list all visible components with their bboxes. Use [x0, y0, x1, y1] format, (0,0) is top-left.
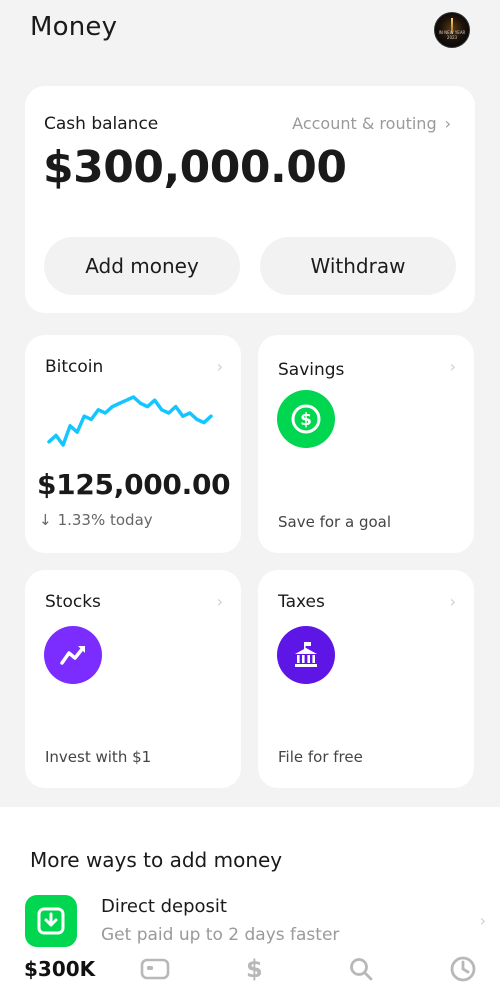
deposit-icon[interactable]: [25, 895, 77, 947]
bitcoin-sparkline: [47, 395, 213, 447]
chevron-right-icon: ›: [449, 357, 456, 376]
cash-balance-label: Cash balance: [44, 114, 159, 134]
more-ways-title: More ways to add money: [30, 848, 283, 872]
account-routing-label: Account & routing: [292, 114, 437, 133]
chevron-right-icon: ›: [479, 911, 486, 930]
withdraw-button[interactable]: Withdraw: [260, 237, 456, 295]
avatar-text: IN NEW YEAR 2023: [438, 30, 466, 40]
taxes-title: Taxes: [278, 592, 325, 612]
avatar[interactable]: IN NEW YEAR 2023: [434, 12, 470, 48]
bitcoin-change: ↓ 1.33% today: [39, 511, 153, 529]
bank-building-icon: [277, 626, 335, 684]
savings-title: Savings: [278, 360, 345, 380]
savings-subtitle: Save for a goal: [278, 513, 391, 531]
bitcoin-tile[interactable]: Bitcoin › $125,000.00 ↓ 1.33% today: [25, 335, 241, 553]
cash-balance-amount: $300,000.00: [43, 142, 347, 193]
taxes-tile[interactable]: Taxes › File for free: [258, 570, 474, 788]
bitcoin-change-text: 1.33% today: [57, 511, 153, 529]
bitcoin-value: $125,000.00: [37, 468, 231, 501]
pay-dollar-icon[interactable]: $: [246, 955, 263, 983]
chevron-right-icon: ›: [449, 592, 456, 611]
chevron-right-icon: ›: [444, 114, 451, 133]
chevron-right-icon: ›: [216, 592, 223, 611]
stocks-tile[interactable]: Stocks › Invest with $1: [25, 570, 241, 788]
clock-icon[interactable]: [449, 956, 477, 982]
trend-up-icon: [44, 626, 102, 684]
direct-deposit-subtitle: Get paid up to 2 days faster: [101, 925, 340, 945]
account-routing-link[interactable]: Account & routing ›: [292, 114, 451, 133]
cash-balance-card[interactable]: Cash balance Account & routing › $300,000…: [25, 86, 475, 313]
svg-text:$: $: [300, 410, 312, 430]
stocks-subtitle: Invest with $1: [45, 748, 152, 766]
chevron-right-icon: ›: [216, 357, 223, 376]
bottom-tab-bar: $300K $: [0, 950, 500, 983]
dollar-circle-icon: $: [277, 390, 335, 448]
add-money-button[interactable]: Add money: [44, 237, 240, 295]
direct-deposit-title[interactable]: Direct deposit: [101, 896, 227, 917]
search-icon[interactable]: [348, 956, 374, 982]
savings-tile[interactable]: Savings › $ Save for a goal: [258, 335, 474, 553]
card-icon[interactable]: [140, 956, 170, 982]
bitcoin-title: Bitcoin: [45, 357, 104, 377]
arrow-down-icon: ↓: [39, 511, 52, 529]
stocks-title: Stocks: [45, 592, 101, 612]
taxes-subtitle: File for free: [278, 748, 363, 766]
page-title: Money: [30, 12, 118, 42]
tab-balance[interactable]: $300K: [24, 956, 95, 982]
header: Money IN NEW YEAR 2023: [30, 12, 470, 52]
